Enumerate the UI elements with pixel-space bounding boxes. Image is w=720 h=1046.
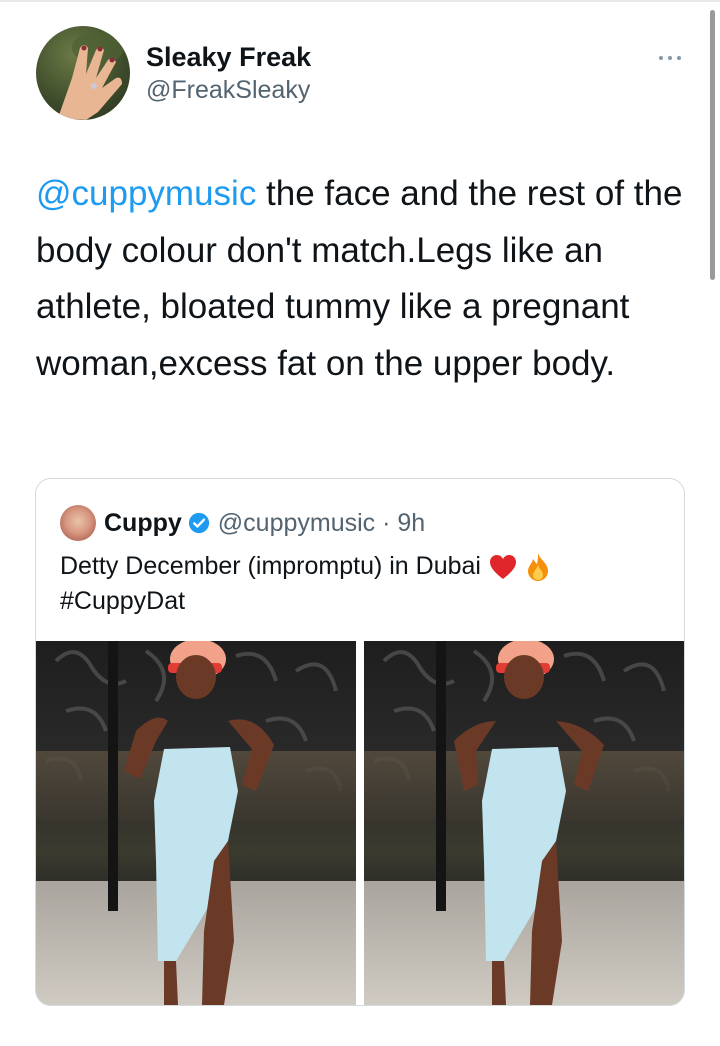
author-info: Sleaky Freak @FreakSleaky [146, 40, 311, 106]
hand-photo-icon [58, 32, 124, 120]
quoted-tweet-text: Detty December (impromptu) in Dubai [60, 552, 481, 580]
more-dot-icon [668, 56, 672, 60]
quoted-tweet-card[interactable]: Cuppy @cuppymusic · 9h Detty December (i… [35, 478, 685, 1006]
person-figure-icon [454, 641, 604, 1005]
quoted-tweet-body: Detty December (impromptu) in Dubai #Cup… [60, 549, 660, 619]
quoted-author-avatar[interactable] [60, 505, 96, 541]
author-handle[interactable]: @FreakSleaky [146, 74, 311, 106]
quoted-author-name[interactable]: Cuppy [104, 509, 182, 538]
more-dot-icon [677, 56, 681, 60]
top-divider [0, 0, 720, 2]
hashtag-link[interactable]: #CuppyDat [60, 587, 185, 615]
verified-badge-icon [188, 512, 209, 534]
person-figure-icon [124, 641, 274, 1005]
more-dot-icon [659, 56, 663, 60]
media-photo-2[interactable] [364, 641, 684, 1005]
media-photo-1[interactable] [36, 641, 356, 1005]
fire-icon [527, 553, 548, 582]
more-options-button[interactable] [650, 48, 690, 68]
mention-link[interactable]: @cuppymusic [36, 174, 256, 213]
author-display-name[interactable]: Sleaky Freak [146, 40, 311, 74]
quoted-handle-time[interactable]: @cuppymusic · 9h [218, 509, 425, 538]
scrollbar[interactable] [710, 10, 715, 280]
quoted-tweet-header: Cuppy @cuppymusic · 9h [60, 503, 425, 543]
media-grid [36, 641, 684, 1005]
tweet-body: @cuppymusic the face and the rest of the… [36, 166, 696, 392]
red-heart-icon [489, 555, 516, 580]
author-avatar[interactable] [36, 26, 130, 120]
